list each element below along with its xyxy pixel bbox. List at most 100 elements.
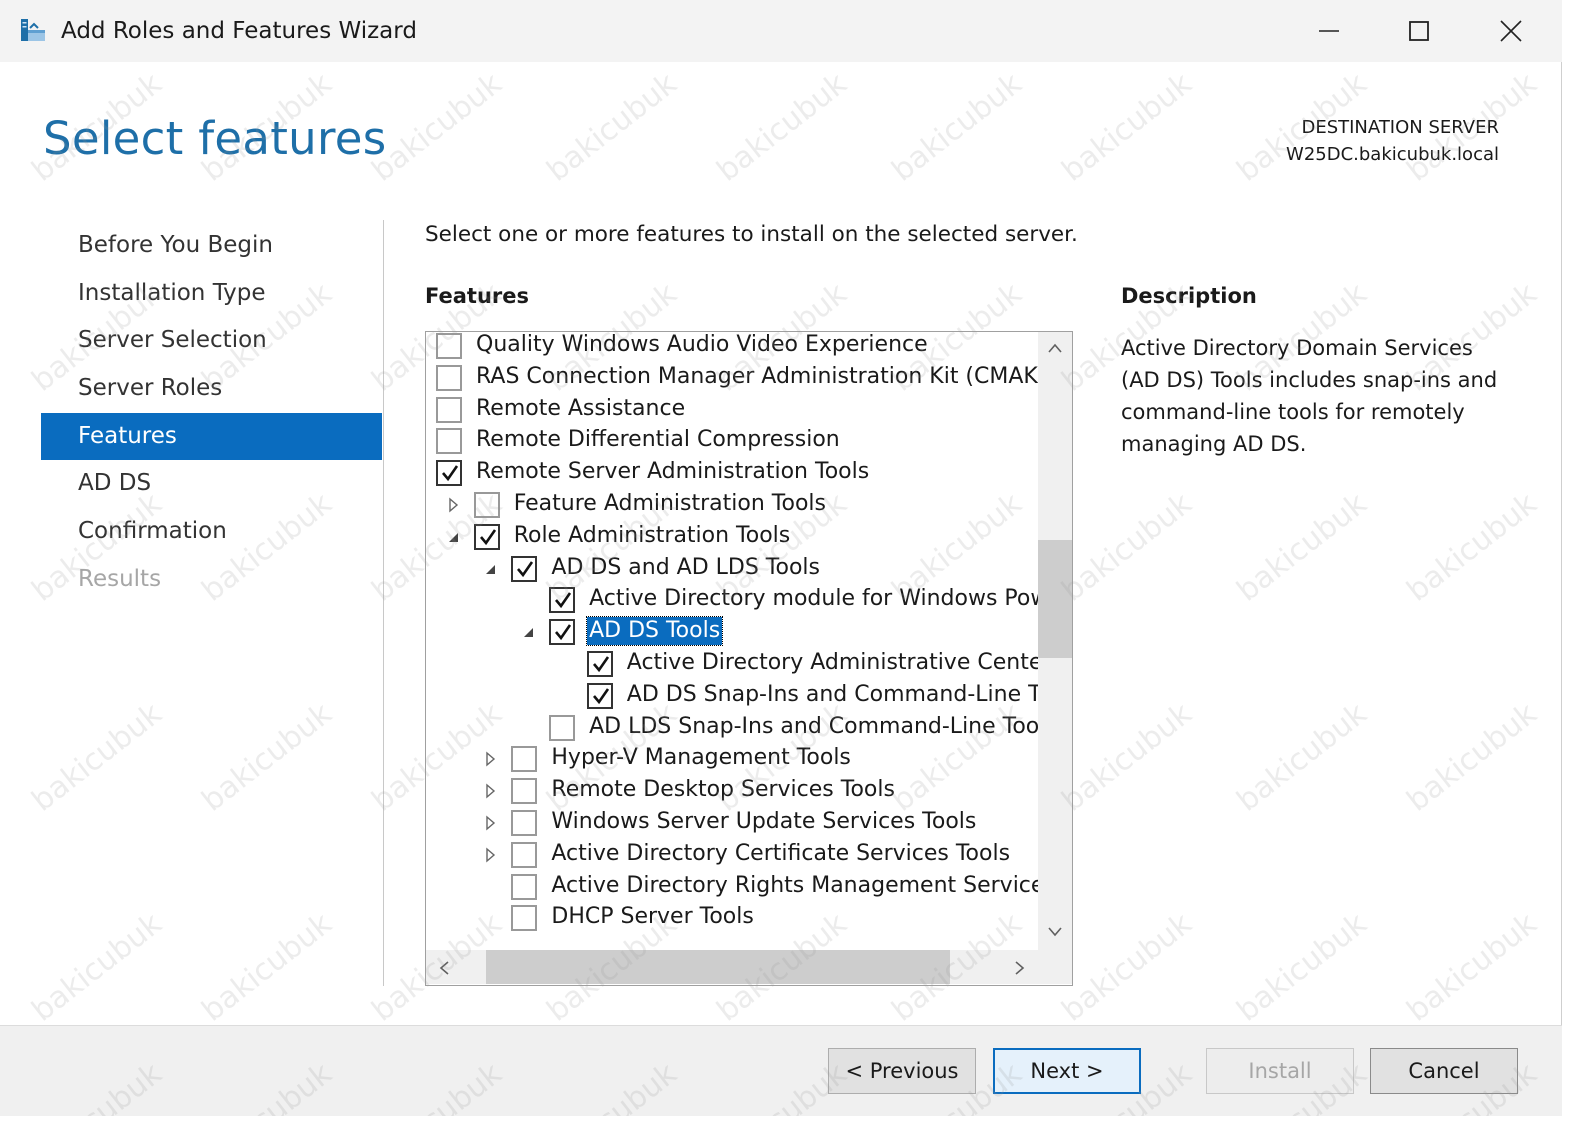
feature-checkbox[interactable] bbox=[511, 873, 538, 900]
feature-checkbox[interactable] bbox=[549, 619, 576, 646]
feature-label[interactable]: Remote Assistance bbox=[474, 395, 687, 423]
destination-label: DESTINATION SERVER bbox=[1301, 117, 1499, 138]
feature-label[interactable]: Active Directory Rights Management Servi… bbox=[549, 872, 1038, 900]
feature-row[interactable]: Remote Desktop Services Tools bbox=[426, 775, 1038, 807]
collapsed-triangle-icon[interactable] bbox=[483, 781, 499, 801]
collapsed-triangle-icon[interactable] bbox=[483, 749, 499, 769]
nav-item-server-selection[interactable]: Server Selection bbox=[41, 317, 382, 365]
vertical-scrollbar[interactable] bbox=[1038, 332, 1072, 950]
feature-row[interactable]: Remote Differential Compression bbox=[426, 425, 1038, 457]
feature-row[interactable]: Role Administration Tools bbox=[426, 521, 1038, 553]
watermark-text: bakicubuk bbox=[195, 696, 339, 819]
feature-checkbox[interactable] bbox=[586, 682, 613, 709]
nav-item-before-you-begin[interactable]: Before You Begin bbox=[41, 222, 382, 270]
server-manager-icon bbox=[18, 16, 48, 46]
feature-row[interactable]: Quality Windows Audio Video Experience bbox=[426, 332, 1038, 362]
feature-checkbox[interactable] bbox=[549, 587, 576, 614]
feature-label[interactable]: Active Directory Certificate Services To… bbox=[549, 840, 1012, 868]
feature-checkbox[interactable] bbox=[586, 650, 613, 677]
cancel-button[interactable]: Cancel bbox=[1370, 1048, 1518, 1094]
feature-label[interactable]: AD DS Tools bbox=[586, 616, 724, 647]
next-button[interactable]: Next > bbox=[993, 1048, 1141, 1094]
feature-label[interactable]: Hyper-V Management Tools bbox=[549, 744, 853, 772]
watermark-text: bakicubuk bbox=[1055, 66, 1199, 189]
feature-label[interactable]: Feature Administration Tools bbox=[512, 490, 828, 518]
feature-label[interactable]: Active Directory Administrative Center bbox=[625, 649, 1038, 677]
feature-label[interactable]: Active Directory module for Windows Powe… bbox=[587, 585, 1038, 613]
feature-checkbox[interactable] bbox=[436, 428, 462, 455]
feature-checkbox[interactable] bbox=[511, 809, 538, 836]
feature-label[interactable]: Remote Differential Compression bbox=[474, 426, 842, 454]
feature-label[interactable]: AD DS Snap-Ins and Command-Line Tools bbox=[625, 681, 1038, 709]
watermark-text: bakicubuk bbox=[1230, 696, 1374, 819]
nav-item-installation-type[interactable]: Installation Type bbox=[41, 270, 382, 318]
scroll-right-icon[interactable] bbox=[1014, 960, 1026, 976]
feature-row[interactable]: Active Directory Administrative Center bbox=[426, 648, 1038, 680]
nav-item-server-roles[interactable]: Server Roles bbox=[41, 365, 382, 413]
feature-row[interactable]: Remote Server Administration Tools bbox=[426, 457, 1038, 489]
feature-row[interactable]: AD DS Tools bbox=[426, 616, 1038, 648]
collapsed-triangle-icon[interactable] bbox=[446, 495, 462, 515]
scroll-up-icon[interactable] bbox=[1047, 342, 1063, 354]
feature-checkbox[interactable] bbox=[511, 841, 538, 868]
feature-label[interactable]: RAS Connection Manager Administration Ki… bbox=[474, 363, 1038, 391]
scroll-down-icon[interactable] bbox=[1047, 926, 1063, 938]
feature-row[interactable]: Windows Server Update Services Tools bbox=[426, 807, 1038, 839]
feature-checkbox[interactable] bbox=[511, 778, 538, 805]
horizontal-scroll-thumb[interactable] bbox=[486, 950, 950, 984]
feature-label[interactable]: DHCP Server Tools bbox=[549, 903, 755, 931]
watermark-text: bakicubuk bbox=[365, 66, 509, 189]
horizontal-scrollbar[interactable] bbox=[426, 950, 1038, 984]
feature-row[interactable]: Active Directory module for Windows Powe… bbox=[426, 584, 1038, 616]
expanded-triangle-icon[interactable] bbox=[483, 559, 499, 579]
feature-row[interactable]: AD DS Snap-Ins and Command-Line Tools bbox=[426, 680, 1038, 712]
vertical-scroll-thumb[interactable] bbox=[1038, 540, 1072, 658]
close-button[interactable] bbox=[1480, 8, 1542, 54]
minimize-button[interactable] bbox=[1298, 8, 1360, 54]
feature-checkbox[interactable] bbox=[436, 396, 462, 423]
collapsed-triangle-icon[interactable] bbox=[483, 845, 499, 865]
feature-row[interactable]: AD LDS Snap-Ins and Command-Line Tools bbox=[426, 712, 1038, 744]
feature-label[interactable]: AD DS and AD LDS Tools bbox=[549, 554, 822, 582]
feature-row[interactable]: Feature Administration Tools bbox=[426, 489, 1038, 521]
expanded-triangle-icon[interactable] bbox=[521, 622, 537, 642]
feature-checkbox[interactable] bbox=[511, 746, 538, 773]
title-bar: Add Roles and Features Wizard bbox=[0, 0, 1562, 62]
feature-checkbox[interactable] bbox=[436, 333, 462, 359]
scroll-left-icon[interactable] bbox=[438, 960, 450, 976]
feature-checkbox[interactable] bbox=[549, 714, 576, 741]
nav-item-features[interactable]: Features bbox=[41, 412, 382, 461]
feature-label[interactable]: Remote Server Administration Tools bbox=[474, 458, 871, 486]
expanded-triangle-icon[interactable] bbox=[446, 527, 462, 547]
feature-checkbox[interactable] bbox=[473, 523, 500, 550]
feature-checkbox[interactable] bbox=[436, 460, 462, 487]
feature-label[interactable]: AD LDS Snap-Ins and Command-Line Tools bbox=[587, 713, 1038, 741]
watermark-text: bakicubuk bbox=[540, 66, 684, 189]
nav-item-ad-ds[interactable]: AD DS bbox=[41, 460, 382, 508]
feature-row[interactable]: Active Directory Rights Management Servi… bbox=[426, 871, 1038, 903]
feature-checkbox[interactable] bbox=[511, 555, 538, 582]
description-heading: Description bbox=[1121, 284, 1257, 308]
feature-row[interactable]: Hyper-V Management Tools bbox=[426, 743, 1038, 775]
feature-label[interactable]: Windows Server Update Services Tools bbox=[549, 808, 978, 836]
watermark-text: bakicubuk bbox=[1400, 906, 1544, 1029]
feature-row[interactable]: RAS Connection Manager Administration Ki… bbox=[426, 362, 1038, 394]
feature-label[interactable]: Role Administration Tools bbox=[512, 522, 793, 550]
feature-checkbox[interactable] bbox=[436, 364, 462, 391]
nav-item-confirmation[interactable]: Confirmation bbox=[41, 508, 382, 556]
feature-checkbox[interactable] bbox=[473, 491, 500, 518]
feature-label[interactable]: Remote Desktop Services Tools bbox=[549, 776, 897, 804]
collapsed-triangle-icon[interactable] bbox=[483, 813, 499, 833]
features-tree[interactable]: Quality Windows Audio Video Experience RA… bbox=[425, 331, 1073, 986]
watermark-text: bakicubuk bbox=[710, 66, 854, 189]
install-button: Install bbox=[1206, 1048, 1354, 1094]
maximize-button[interactable] bbox=[1388, 8, 1450, 54]
feature-label[interactable]: Quality Windows Audio Video Experience bbox=[474, 332, 930, 359]
feature-row[interactable]: AD DS and AD LDS Tools bbox=[426, 553, 1038, 585]
feature-row[interactable]: Remote Assistance bbox=[426, 394, 1038, 426]
maximize-icon bbox=[1409, 21, 1429, 41]
previous-button[interactable]: < Previous bbox=[828, 1048, 976, 1094]
feature-checkbox[interactable] bbox=[511, 905, 538, 932]
feature-row[interactable]: Active Directory Certificate Services To… bbox=[426, 839, 1038, 871]
feature-row[interactable]: DHCP Server Tools bbox=[426, 902, 1038, 934]
